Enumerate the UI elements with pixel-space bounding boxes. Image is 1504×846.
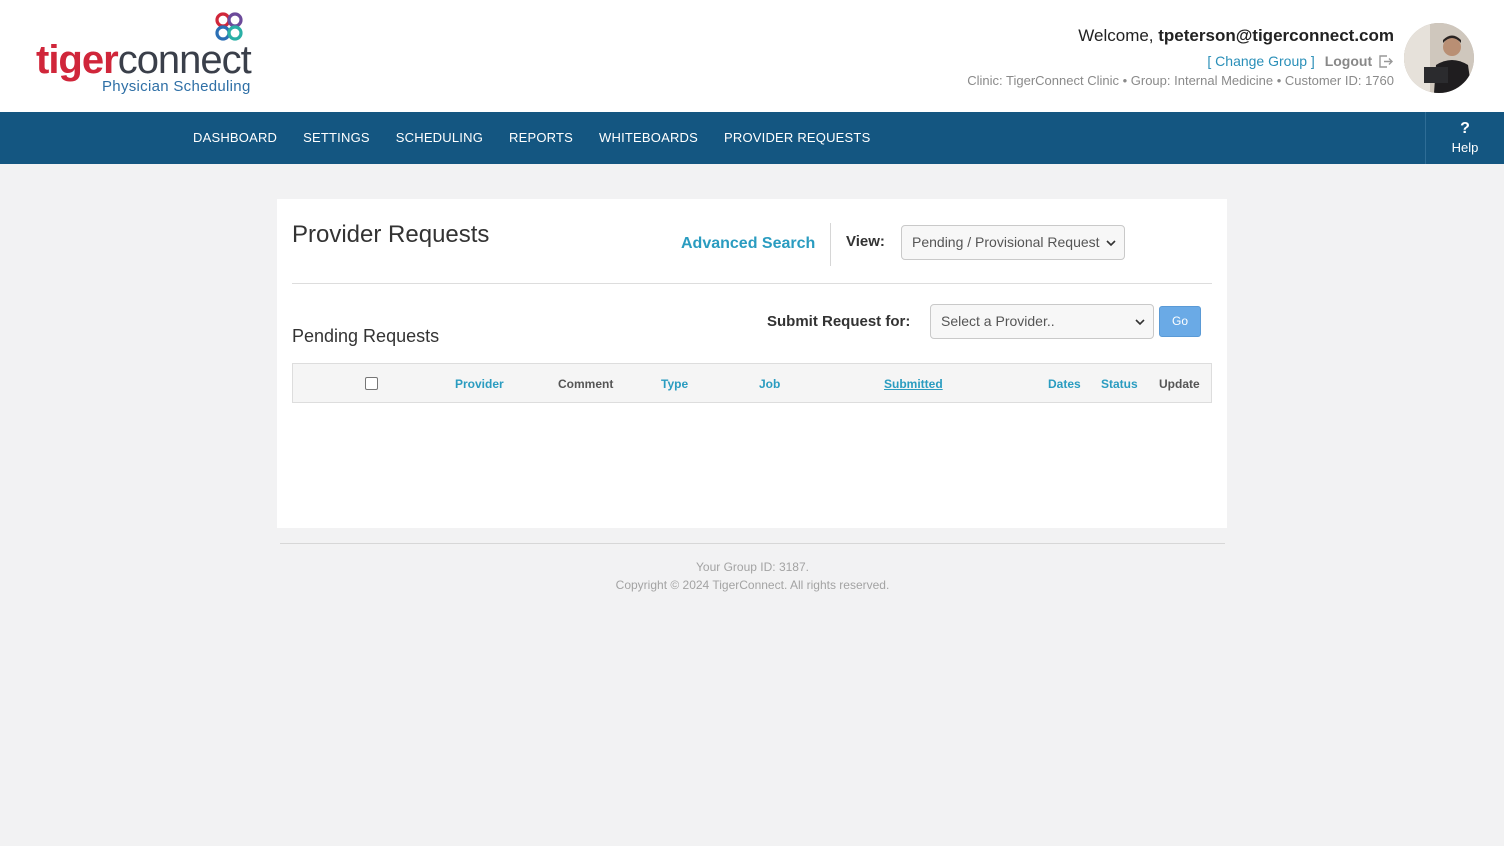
- column-type[interactable]: Type: [661, 364, 688, 404]
- nav-item-whiteboards[interactable]: WHITEBOARDS: [586, 112, 711, 164]
- column-dates[interactable]: Dates: [1048, 364, 1081, 404]
- tigerconnect-logo[interactable]: tigerconnect Physician Scheduling: [36, 12, 266, 102]
- logo-wordmark: tigerconnect: [36, 38, 252, 82]
- chevron-down-icon: [1135, 318, 1145, 325]
- advanced-search-link[interactable]: Advanced Search: [681, 235, 815, 253]
- logo-subtitle: Physician Scheduling: [102, 78, 251, 95]
- column-comment: Comment: [558, 377, 614, 391]
- provider-requests-panel: Provider Requests Advanced Search View: …: [277, 199, 1227, 528]
- provider-select-value: Select a Provider..: [941, 313, 1055, 329]
- column-provider[interactable]: Provider: [455, 364, 504, 404]
- select-all-checkbox[interactable]: [365, 377, 378, 390]
- header-divider: [830, 223, 831, 266]
- help-label: Help: [1451, 140, 1479, 155]
- help-button[interactable]: ? Help: [1425, 112, 1504, 164]
- user-email: tpeterson@tigerconnect.com: [1158, 26, 1394, 45]
- nav-items: DASHBOARD SETTINGS SCHEDULING REPORTS WH…: [180, 112, 883, 164]
- requests-table-header: Provider Comment Type Job Submitted Date…: [292, 363, 1212, 403]
- clinic-info: Clinic: TigerConnect Clinic • Group: Int…: [967, 73, 1394, 88]
- chevron-down-icon: [1106, 239, 1116, 246]
- column-update: Update: [1159, 377, 1200, 391]
- footer-copyright: Copyright © 2024 TigerConnect. All right…: [615, 578, 890, 592]
- page-title: Provider Requests: [292, 221, 490, 248]
- app-header: tigerconnect Physician Scheduling Welcom…: [0, 0, 1504, 112]
- avatar-photo: [1404, 23, 1474, 93]
- view-label: View:: [846, 233, 885, 250]
- view-select[interactable]: Pending / Provisional Request: [901, 225, 1125, 260]
- section-title: Pending Requests: [292, 326, 440, 346]
- help-icon: ?: [1460, 120, 1470, 137]
- view-select-value: Pending / Provisional Request: [912, 234, 1100, 250]
- nav-item-provider-requests[interactable]: PROVIDER REQUESTS: [711, 112, 883, 164]
- column-status[interactable]: Status: [1101, 364, 1138, 404]
- user-info: Welcome, tpeterson@tigerconnect.com [ Ch…: [967, 24, 1394, 90]
- logo-word-connect: connect: [117, 38, 252, 82]
- column-submitted[interactable]: Submitted: [884, 364, 943, 404]
- avatar[interactable]: [1404, 23, 1474, 93]
- provider-select[interactable]: Select a Provider..: [930, 304, 1154, 339]
- nav-item-scheduling[interactable]: SCHEDULING: [383, 112, 496, 164]
- logout-link[interactable]: Logout: [1325, 53, 1394, 69]
- nav-item-settings[interactable]: SETTINGS: [290, 112, 383, 164]
- logout-icon: [1379, 55, 1393, 68]
- logo-word-tiger: tiger: [36, 38, 119, 82]
- nav-item-dashboard[interactable]: DASHBOARD: [180, 112, 290, 164]
- go-button[interactable]: Go: [1159, 306, 1201, 337]
- footer-divider: [280, 543, 1225, 544]
- main-nav: DASHBOARD SETTINGS SCHEDULING REPORTS WH…: [0, 112, 1504, 164]
- footer-group-id: Your Group ID: 3187.: [696, 560, 809, 574]
- logout-label: Logout: [1324, 53, 1373, 69]
- submit-request-label: Submit Request for:: [767, 313, 911, 330]
- column-job[interactable]: Job: [759, 364, 780, 404]
- user-links: [ Change Group ] Logout: [967, 52, 1394, 70]
- welcome-line: Welcome, tpeterson@tigerconnect.com: [967, 24, 1394, 48]
- change-group-link[interactable]: [ Change Group ]: [1207, 53, 1314, 69]
- welcome-prefix: Welcome,: [1078, 26, 1154, 45]
- nav-item-reports[interactable]: REPORTS: [496, 112, 586, 164]
- section-divider: [292, 283, 1212, 284]
